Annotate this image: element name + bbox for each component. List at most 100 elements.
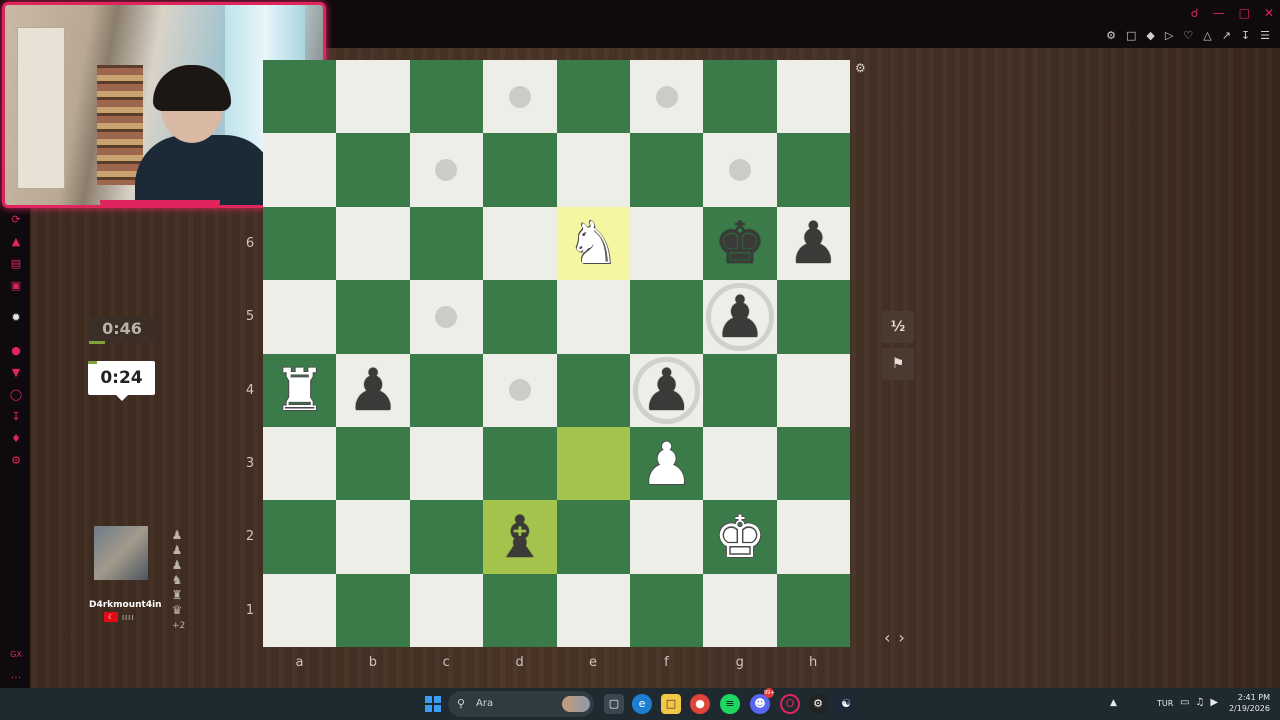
square-a4[interactable]: ♜ bbox=[263, 353, 337, 427]
black-pawn-icon[interactable]: ♟ bbox=[714, 288, 766, 346]
square-a7[interactable] bbox=[263, 133, 337, 207]
menu-icon[interactable]: ☰ bbox=[1260, 29, 1270, 42]
square-b8[interactable] bbox=[336, 60, 410, 134]
square-g4[interactable] bbox=[703, 353, 777, 427]
square-b4[interactable]: ♟ bbox=[336, 353, 410, 427]
task-view-icon[interactable]: ▢ bbox=[604, 694, 624, 714]
square-b7[interactable] bbox=[336, 133, 410, 207]
opera-gx-icon[interactable]: O bbox=[780, 694, 800, 714]
square-b1[interactable] bbox=[336, 573, 410, 647]
square-d7[interactable] bbox=[483, 133, 557, 207]
chrome-icon[interactable]: ● bbox=[690, 694, 710, 714]
download-icon[interactable]: ↧ bbox=[1241, 29, 1250, 42]
square-h7[interactable] bbox=[776, 133, 850, 207]
gx-icon[interactable]: GX bbox=[9, 648, 23, 662]
previous-move-icon[interactable]: ‹ bbox=[884, 628, 898, 647]
square-f7[interactable] bbox=[629, 133, 704, 207]
close-icon[interactable]: ✕ bbox=[1264, 6, 1274, 20]
black-pawn-icon[interactable]: ♟ bbox=[787, 214, 839, 272]
heart-icon[interactable]: ♡ bbox=[1183, 29, 1193, 42]
square-c7[interactable] bbox=[409, 133, 484, 207]
square-g6[interactable]: ♚ bbox=[703, 206, 777, 281]
tray-icons[interactable]: ▭♫▶ bbox=[1180, 697, 1224, 708]
puzzle-icon[interactable]: △ bbox=[1203, 29, 1211, 42]
square-f3[interactable]: ♟ bbox=[629, 426, 704, 501]
black-pawn-icon[interactable]: ♟ bbox=[641, 361, 693, 419]
maximize-icon[interactable]: □ bbox=[1239, 6, 1250, 20]
square-h5[interactable] bbox=[776, 280, 850, 354]
chatgpt-icon[interactable]: ✹ bbox=[9, 311, 23, 325]
black-bishop-icon[interactable]: ♝ bbox=[494, 508, 546, 566]
puzzle-icon[interactable]: ♦ bbox=[9, 432, 23, 446]
square-e6[interactable]: ♞ bbox=[556, 206, 630, 281]
square-h3[interactable] bbox=[776, 426, 850, 501]
tray-expand-icon[interactable]: ▲ bbox=[1110, 698, 1117, 708]
download-icon[interactable]: ↧ bbox=[9, 410, 23, 424]
square-h8[interactable] bbox=[776, 60, 850, 134]
square-g8[interactable] bbox=[703, 60, 777, 134]
settings-icon[interactable]: ⚙ bbox=[9, 454, 23, 468]
move-hint-dot[interactable] bbox=[508, 85, 531, 108]
play-icon[interactable]: ▷ bbox=[1165, 29, 1173, 42]
square-e8[interactable] bbox=[556, 60, 630, 134]
resign-button[interactable]: ⚑ bbox=[882, 348, 914, 380]
move-hint-dot[interactable] bbox=[508, 379, 531, 402]
square-c3[interactable] bbox=[409, 426, 484, 501]
offer-draw-button[interactable]: ½ bbox=[882, 311, 914, 343]
move-hint-dot[interactable] bbox=[728, 159, 751, 182]
white-knight-icon[interactable]: ♞ bbox=[567, 214, 619, 272]
search-icon[interactable]: ☌ bbox=[1191, 6, 1199, 20]
square-a3[interactable] bbox=[263, 426, 337, 501]
player-name[interactable]: D4rkmount4in bbox=[89, 600, 162, 610]
more-icon[interactable]: ... bbox=[9, 668, 23, 682]
square-e2[interactable] bbox=[556, 500, 630, 574]
white-pawn-icon[interactable]: ♟ bbox=[641, 435, 693, 493]
square-a1[interactable] bbox=[263, 573, 337, 647]
square-b5[interactable] bbox=[336, 280, 410, 354]
square-h2[interactable] bbox=[776, 500, 850, 574]
white-king-icon[interactable]: ♚ bbox=[714, 508, 766, 566]
minimize-icon[interactable]: — bbox=[1213, 6, 1225, 20]
square-f5[interactable] bbox=[629, 280, 704, 354]
square-d5[interactable] bbox=[483, 280, 557, 354]
pin-icon[interactable]: ▼ bbox=[9, 366, 23, 380]
square-b6[interactable] bbox=[336, 206, 410, 281]
black-pawn-icon[interactable]: ♟ bbox=[347, 361, 399, 419]
square-a8[interactable] bbox=[263, 60, 337, 134]
square-g1[interactable] bbox=[703, 573, 777, 647]
spotify-icon[interactable]: ≡ bbox=[720, 694, 740, 714]
file-explorer-icon[interactable]: □ bbox=[661, 694, 681, 714]
square-e7[interactable] bbox=[556, 133, 630, 207]
m-icon[interactable]: ▣ bbox=[9, 279, 23, 293]
square-a6[interactable] bbox=[263, 206, 337, 281]
square-d8[interactable] bbox=[483, 60, 557, 134]
board-settings-icon[interactable]: ⚙ bbox=[855, 61, 866, 75]
pin-icon[interactable]: ⚙ bbox=[1106, 29, 1116, 42]
crop-icon[interactable]: □ bbox=[1126, 29, 1136, 42]
white-rook-icon[interactable]: ♜ bbox=[274, 361, 326, 419]
square-a5[interactable] bbox=[263, 280, 337, 354]
square-c4[interactable] bbox=[409, 353, 484, 427]
square-d3[interactable] bbox=[483, 426, 557, 501]
shield-icon[interactable]: ◆ bbox=[1146, 29, 1154, 42]
chess-board[interactable]: ♞ ♚ ♟ ♟ ♜ ♟ ♟ ♟ ♝ ♚ bbox=[263, 60, 850, 647]
cart-icon[interactable]: ▲ bbox=[9, 235, 23, 249]
square-c2[interactable] bbox=[409, 500, 484, 574]
square-g2[interactable]: ♚ bbox=[703, 500, 777, 574]
edge-icon[interactable]: e bbox=[632, 694, 652, 714]
square-d4[interactable] bbox=[483, 353, 557, 427]
square-h4[interactable] bbox=[776, 353, 850, 427]
square-g3[interactable] bbox=[703, 426, 777, 501]
square-b3[interactable] bbox=[336, 426, 410, 501]
square-d2[interactable]: ♝ bbox=[483, 500, 557, 574]
square-c5[interactable] bbox=[409, 280, 484, 354]
square-e4[interactable] bbox=[556, 353, 630, 427]
record-icon[interactable]: ● bbox=[9, 344, 23, 358]
square-c1[interactable] bbox=[409, 573, 484, 647]
square-d6[interactable] bbox=[483, 206, 557, 281]
square-d1[interactable] bbox=[483, 573, 557, 647]
move-hint-dot[interactable] bbox=[655, 85, 678, 108]
windows-start-icon[interactable] bbox=[425, 696, 441, 712]
square-c8[interactable] bbox=[409, 60, 484, 134]
next-move-icon[interactable]: › bbox=[898, 628, 912, 647]
